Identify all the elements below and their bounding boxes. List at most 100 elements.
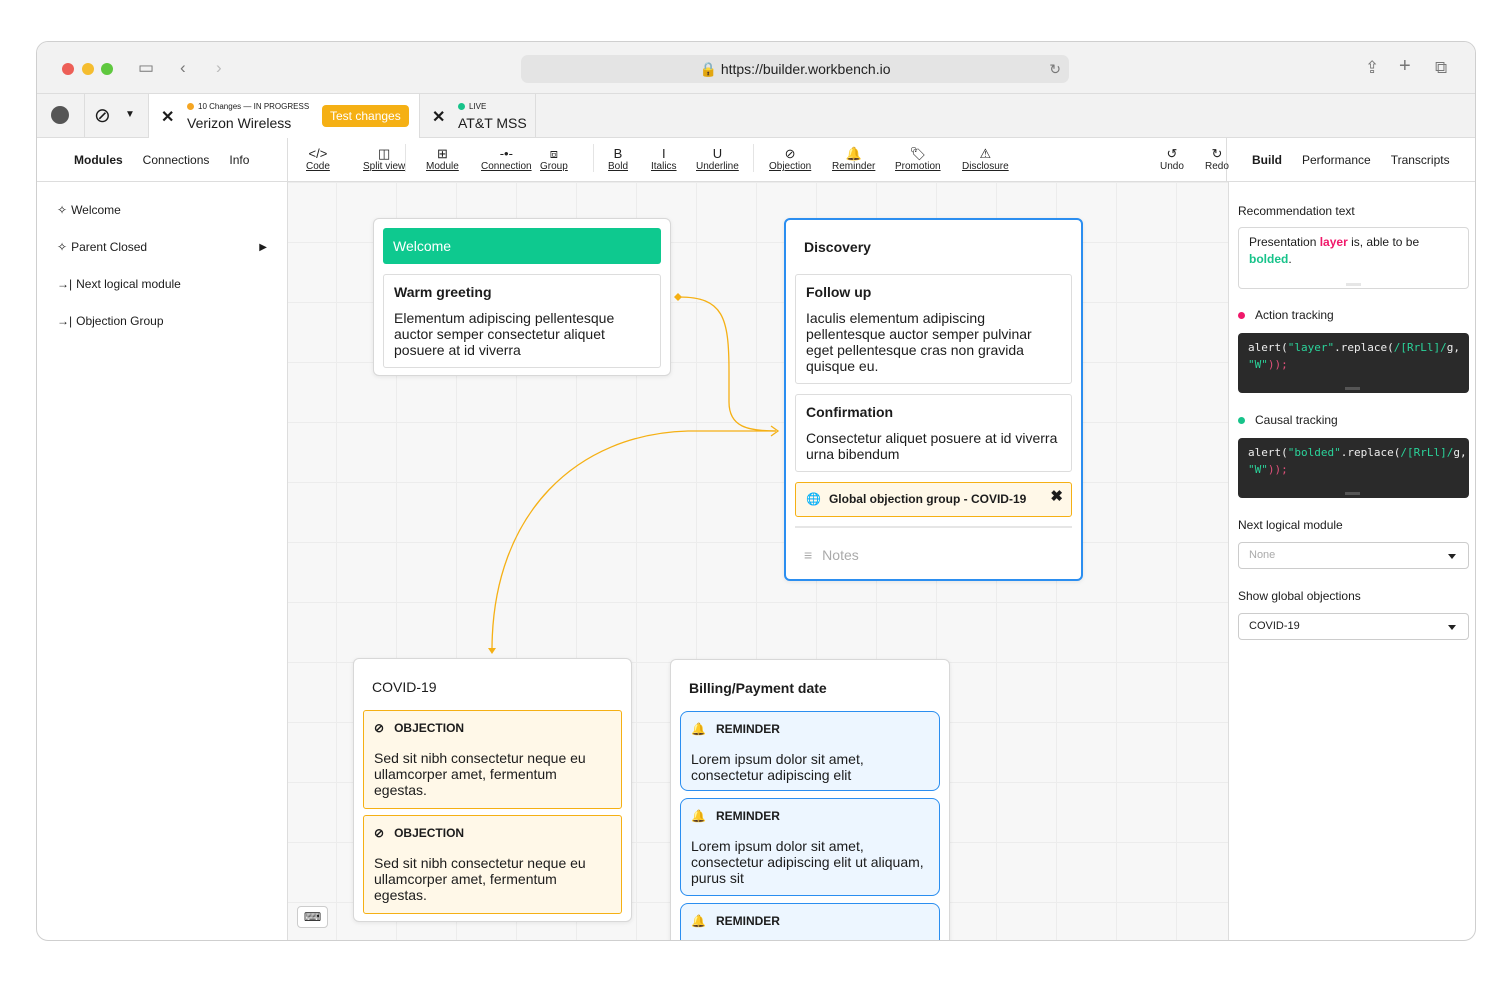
maximize-window-button[interactable] (101, 63, 113, 75)
redo-button[interactable]: ↻ Redo (1205, 146, 1229, 172)
module-item[interactable]: Confirmation Consectetur aliquet posuere … (795, 394, 1072, 472)
tab-build[interactable]: Build (1252, 153, 1282, 167)
objection-item[interactable]: ⊘ OBJECTION Sed sit nibh consectetur neque… (363, 815, 622, 914)
url-text: https://builder.workbench.io (720, 61, 891, 77)
module-item[interactable]: Warm greeting Elementum adipiscing pellen… (383, 274, 661, 368)
module-card-covid[interactable]: COVID-19 ⊘ OBJECTION Sed sit nibh consecte… (353, 658, 632, 922)
remove-icon[interactable]: ✖ (1050, 489, 1063, 505)
tab-status-text: 10 Changes — IN PROGRESS (198, 102, 310, 111)
tab-verizon[interactable]: ✕ 10 Changes — IN PROGRESS Verizon Wirel… (149, 94, 420, 138)
action-tracking-code[interactable]: alert("layer".replace(/[RrLl]/g, "W")); (1238, 333, 1469, 393)
code: "W" (1248, 463, 1268, 476)
sidebar-item-label: Welcome (71, 203, 121, 217)
keyboard-shortcuts-button[interactable]: ⌨ (297, 906, 328, 928)
resize-handle[interactable] (1345, 492, 1360, 495)
module-title: Billing/Payment date (689, 680, 827, 696)
connection-start-handle[interactable] (674, 293, 682, 301)
tool-reminder-button[interactable]: 🔔 Reminder (832, 146, 875, 172)
tab-transcripts[interactable]: Transcripts (1391, 153, 1450, 167)
global-objection-chip[interactable]: 🌐 Global objection group - COVID-19 ✖ (795, 482, 1072, 517)
sidebar-item-next-logical-module[interactable]: →| Next logical module (57, 277, 181, 291)
notes-icon: ≡ (804, 547, 813, 563)
tool-disclosure-button[interactable]: ⚠ Disclosure (962, 146, 1009, 172)
objection-item[interactable]: ⊘ OBJECTION Sed sit nibh consectetur neque… (363, 710, 622, 809)
bell-icon: 🔔 (691, 722, 706, 736)
tool-label: Underline (696, 161, 739, 172)
sidebar-item-objection-group[interactable]: →| Objection Group (57, 314, 164, 328)
code: .replace( (1334, 341, 1394, 354)
tab-title: Verizon Wireless (187, 115, 292, 131)
share-icon[interactable]: ⇪ (1365, 58, 1379, 78)
module-item[interactable]: Follow up Iaculis elementum adipiscing pe… (795, 274, 1072, 384)
reload-icon[interactable]: ↻ (1049, 55, 1061, 83)
reminder-item[interactable]: 🔔 REMINDER Lorem ipsum dolor sit amet, con… (680, 798, 940, 896)
reminder-item[interactable]: 🔔 REMINDER (680, 903, 940, 940)
compass-icon: ⊘ (94, 105, 111, 127)
address-bar[interactable]: 🔒 https://builder.workbench.io ↻ (521, 55, 1069, 83)
back-icon[interactable]: ‹ (180, 58, 186, 78)
tab-title: AT&T MSS (458, 115, 527, 131)
tool-group-button[interactable]: ⧈ Group (540, 146, 568, 172)
tool-module-button[interactable]: ⊞ Module (426, 146, 459, 172)
tab-performance[interactable]: Performance (1302, 153, 1371, 167)
tool-label: Disclosure (962, 161, 1009, 172)
item-tag: REMINDER (715, 809, 780, 823)
connection-discovery-covid[interactable] (491, 430, 776, 649)
item-title: Warm greeting (394, 284, 492, 300)
module-card-billing[interactable]: Billing/Payment date 🔔 REMINDER Lorem ipsu… (670, 659, 950, 940)
resize-handle[interactable] (1346, 283, 1361, 286)
tool-objection-button[interactable]: ⊘ Objection (769, 146, 811, 172)
tool-promotion-button[interactable]: 🏷 Promotion (895, 146, 941, 172)
sidebar-item-parent-closed[interactable]: ✧ Parent Closed ▶ (57, 240, 267, 254)
flow-canvas[interactable]: Welcome Warm greeting Elementum adipiscin… (288, 182, 1228, 940)
reminder-item[interactable]: 🔔 REMINDER Lorem ipsum dolor sit amet, con… (680, 711, 940, 791)
sidebar-item-welcome[interactable]: ✧ Welcome (57, 203, 121, 217)
navigator-menu[interactable]: ⊘ ▼ (85, 94, 149, 138)
notes-input[interactable]: ≡ Notes (804, 547, 859, 563)
tab-info[interactable]: Info (229, 153, 249, 167)
module-card-welcome[interactable]: Welcome Warm greeting Elementum adipiscin… (373, 218, 671, 376)
close-window-button[interactable] (62, 63, 74, 75)
divider (795, 526, 1072, 528)
tool-label: Reminder (832, 161, 876, 172)
tab-att[interactable]: ✕ LIVE AT&T MSS (420, 94, 536, 138)
forward-icon[interactable]: › (216, 58, 222, 78)
tool-underline-button[interactable]: U Underline (696, 146, 739, 172)
new-tab-icon[interactable]: + (1399, 55, 1411, 78)
tool-bold-button[interactable]: B Bold (608, 146, 628, 172)
test-changes-button[interactable]: Test changes (322, 105, 409, 127)
tool-italics-button[interactable]: I Italics (651, 146, 677, 172)
sidebar-item-label: Objection Group (76, 314, 164, 328)
tool-connection-button[interactable]: -•- Connection (481, 146, 532, 172)
tool-label: Code (306, 161, 330, 172)
causal-tracking-code[interactable]: alert("bolded".replace(/[RrLl]/g, "W")); (1238, 438, 1469, 498)
chevron-down-icon[interactable]: ▼ (125, 109, 135, 120)
resize-handle[interactable] (1345, 387, 1360, 390)
code: "bolded" (1287, 446, 1341, 459)
expand-arrow-icon[interactable]: ▶ (259, 242, 267, 253)
tool-split-view-button[interactable]: ◫ Split view (363, 146, 405, 172)
undo-button[interactable]: ↺ Undo (1160, 146, 1184, 172)
arrow-head-icon (488, 648, 496, 654)
tabs-overview-icon[interactable]: ⧉ (1435, 58, 1447, 78)
sidebar-toggle-icon[interactable]: ▭ (138, 58, 154, 78)
close-tab-icon[interactable]: ✕ (161, 107, 174, 127)
connection-welcome-discovery[interactable] (678, 296, 777, 432)
module-card-discovery[interactable]: Discovery Follow up Iaculis elementum adi… (784, 218, 1083, 581)
next-module-select[interactable]: None (1238, 542, 1469, 569)
globe-icon: 🌐 (806, 492, 821, 506)
tool-label: Split view (363, 161, 406, 172)
minimize-window-button[interactable] (82, 63, 94, 75)
recommendation-text-editor[interactable]: Presentation layer is, able to be bolded… (1238, 227, 1469, 289)
tool-label: Bold (608, 161, 629, 172)
account-button[interactable] (37, 94, 85, 138)
tool-code-button[interactable]: </> Code (306, 146, 330, 172)
code: )); (1267, 358, 1288, 371)
lock-icon: 🔒 (699, 61, 717, 77)
tab-connections[interactable]: Connections (143, 153, 210, 167)
arrow-to-line-icon: →| (57, 277, 73, 291)
code-icon: </> (308, 146, 328, 161)
global-objections-select[interactable]: COVID-19 (1238, 613, 1469, 640)
close-tab-icon[interactable]: ✕ (432, 107, 445, 127)
tab-modules[interactable]: Modules (74, 153, 123, 167)
